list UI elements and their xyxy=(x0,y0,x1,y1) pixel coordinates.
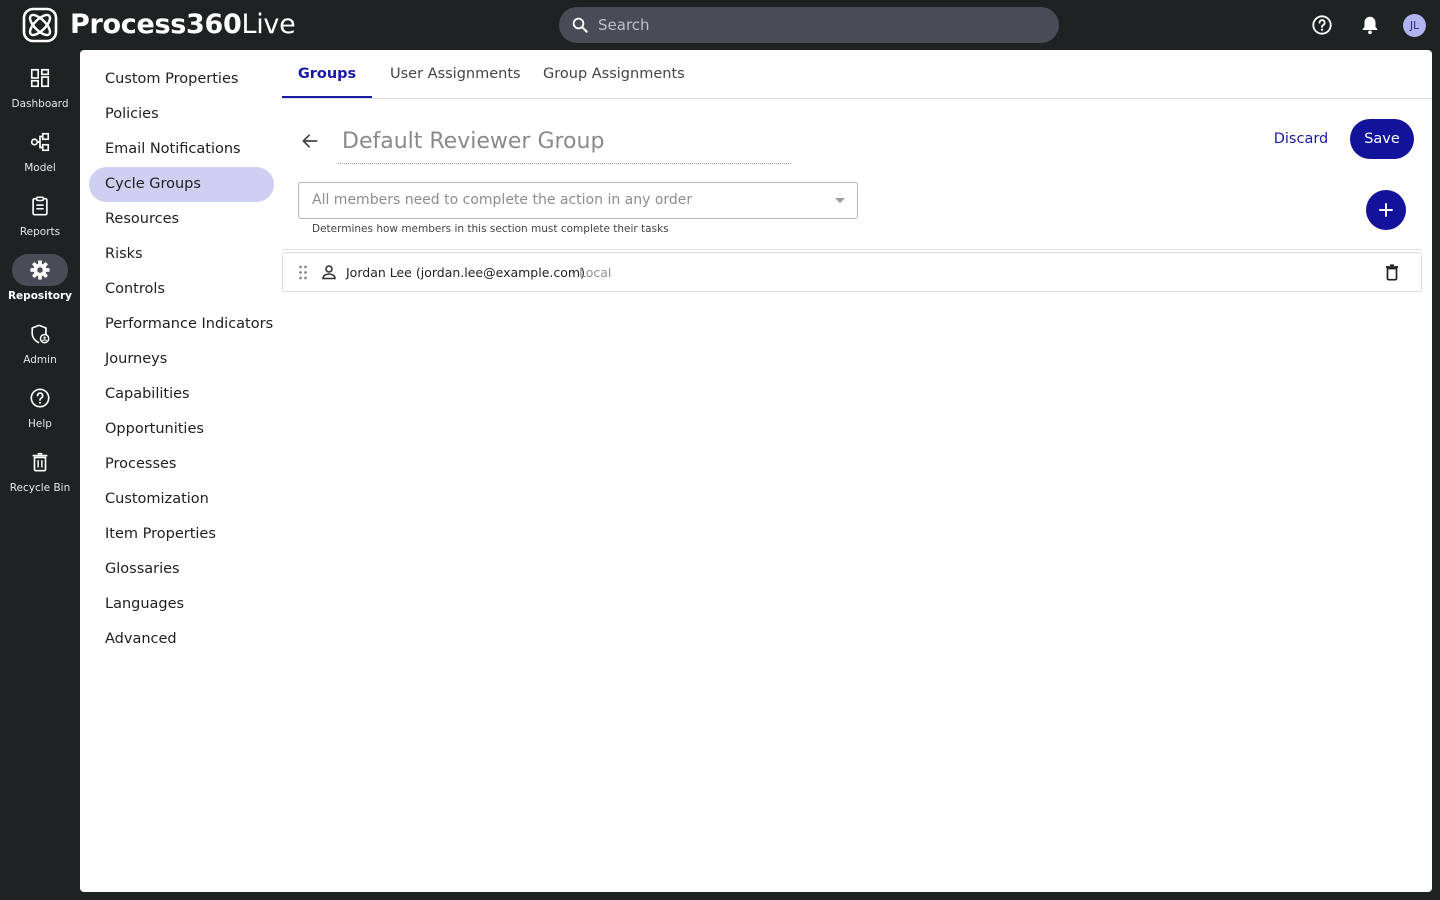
primary-nav: Dashboard Model Reports Repository Admin… xyxy=(0,50,80,900)
menu-item-processes[interactable]: Processes xyxy=(89,447,274,482)
active-tab-indicator xyxy=(282,96,372,98)
nav-item-recycle-bin[interactable]: Recycle Bin xyxy=(0,446,80,510)
member-source: Local xyxy=(579,265,612,280)
menu-item-customization[interactable]: Customization xyxy=(89,482,274,517)
avatar[interactable]: JL xyxy=(1403,14,1426,37)
menu-item-policies[interactable]: Policies xyxy=(89,97,274,132)
nav-item-model[interactable]: Model xyxy=(0,126,80,190)
completion-mode-helper: Determines how members in this section m… xyxy=(312,223,669,235)
member-separator: · xyxy=(571,266,575,280)
settings-menu: Custom Properties Policies Email Notific… xyxy=(89,62,274,657)
nav-item-dashboard[interactable]: Dashboard xyxy=(0,62,80,126)
app-name: Process360Live xyxy=(70,9,296,40)
plus-icon xyxy=(1379,203,1393,217)
search-bar[interactable] xyxy=(559,7,1059,43)
section-divider xyxy=(282,249,1422,250)
nav-label: Reports xyxy=(19,226,61,238)
notifications-button[interactable] xyxy=(1358,13,1382,37)
nav-label: Admin xyxy=(23,354,57,366)
main-panel: Custom Properties Policies Email Notific… xyxy=(80,50,1432,892)
discard-button[interactable]: Discard xyxy=(1264,123,1338,155)
menu-item-controls[interactable]: Controls xyxy=(89,272,274,307)
save-button[interactable]: Save xyxy=(1350,119,1414,159)
person-icon xyxy=(322,265,336,280)
help-button[interactable] xyxy=(1310,13,1334,37)
back-button[interactable] xyxy=(298,129,322,153)
menu-item-risks[interactable]: Risks xyxy=(89,237,274,272)
nav-item-admin[interactable]: Admin xyxy=(0,318,80,382)
nav-item-help[interactable]: Help xyxy=(0,382,80,446)
completion-mode-select[interactable]: All members need to complete the action … xyxy=(298,182,858,219)
model-icon xyxy=(30,132,50,152)
admin-shield-icon xyxy=(31,324,50,344)
help-icon xyxy=(30,388,50,408)
nav-item-reports[interactable]: Reports xyxy=(0,190,80,254)
tab-user-assignments[interactable]: User Assignments xyxy=(390,50,521,98)
menu-item-email-notifications[interactable]: Email Notifications xyxy=(89,132,274,167)
reports-icon xyxy=(32,196,48,216)
menu-item-cycle-groups[interactable]: Cycle Groups xyxy=(89,167,274,202)
search-icon xyxy=(572,17,588,33)
completion-mode-value: All members need to complete the action … xyxy=(312,192,693,208)
menu-item-resources[interactable]: Resources xyxy=(89,202,274,237)
group-name-field[interactable] xyxy=(338,120,791,164)
member-name: Jordan Lee (jordan.lee@example.com) xyxy=(346,265,585,280)
dashboard-icon xyxy=(30,68,50,88)
nav-label: Dashboard xyxy=(11,98,69,110)
menu-item-journeys[interactable]: Journeys xyxy=(89,342,274,377)
tab-bar: Groups User Assignments Group Assignment… xyxy=(282,50,1432,99)
nav-label: Help xyxy=(28,418,52,430)
menu-item-languages[interactable]: Languages xyxy=(89,587,274,622)
trash-icon xyxy=(32,452,48,472)
search-input[interactable] xyxy=(598,16,1038,34)
menu-item-performance-indicators[interactable]: Performance Indicators xyxy=(89,307,274,342)
nav-label: Model xyxy=(24,162,56,174)
tab-groups[interactable]: Groups xyxy=(282,50,372,98)
group-name-input[interactable] xyxy=(338,120,791,162)
menu-item-capabilities[interactable]: Capabilities xyxy=(89,377,274,412)
bell-icon xyxy=(1362,16,1378,35)
tab-group-assignments[interactable]: Group Assignments xyxy=(543,50,685,98)
app-logo[interactable]: Process360Live xyxy=(22,7,296,43)
menu-item-item-properties[interactable]: Item Properties xyxy=(89,517,274,552)
member-row[interactable]: Jordan Lee (jordan.lee@example.com) · Lo… xyxy=(282,252,1422,292)
menu-item-custom-properties[interactable]: Custom Properties xyxy=(89,62,274,97)
menu-item-glossaries[interactable]: Glossaries xyxy=(89,552,274,587)
brand-logo-icon xyxy=(22,7,58,43)
drag-handle-icon[interactable] xyxy=(298,265,308,280)
help-icon xyxy=(1312,15,1332,35)
dropdown-caret-icon xyxy=(835,198,845,203)
nav-label: Repository xyxy=(7,290,73,302)
add-member-button[interactable] xyxy=(1366,190,1406,230)
top-bar: Process360Live JL xyxy=(0,0,1440,50)
nav-item-repository[interactable]: Repository xyxy=(0,254,80,318)
nav-label: Recycle Bin xyxy=(9,482,71,494)
gear-icon xyxy=(30,260,50,280)
menu-item-opportunities[interactable]: Opportunities xyxy=(89,412,274,447)
menu-item-advanced[interactable]: Advanced xyxy=(89,622,274,657)
arrow-left-icon xyxy=(302,134,318,148)
delete-member-icon[interactable] xyxy=(1384,264,1400,281)
